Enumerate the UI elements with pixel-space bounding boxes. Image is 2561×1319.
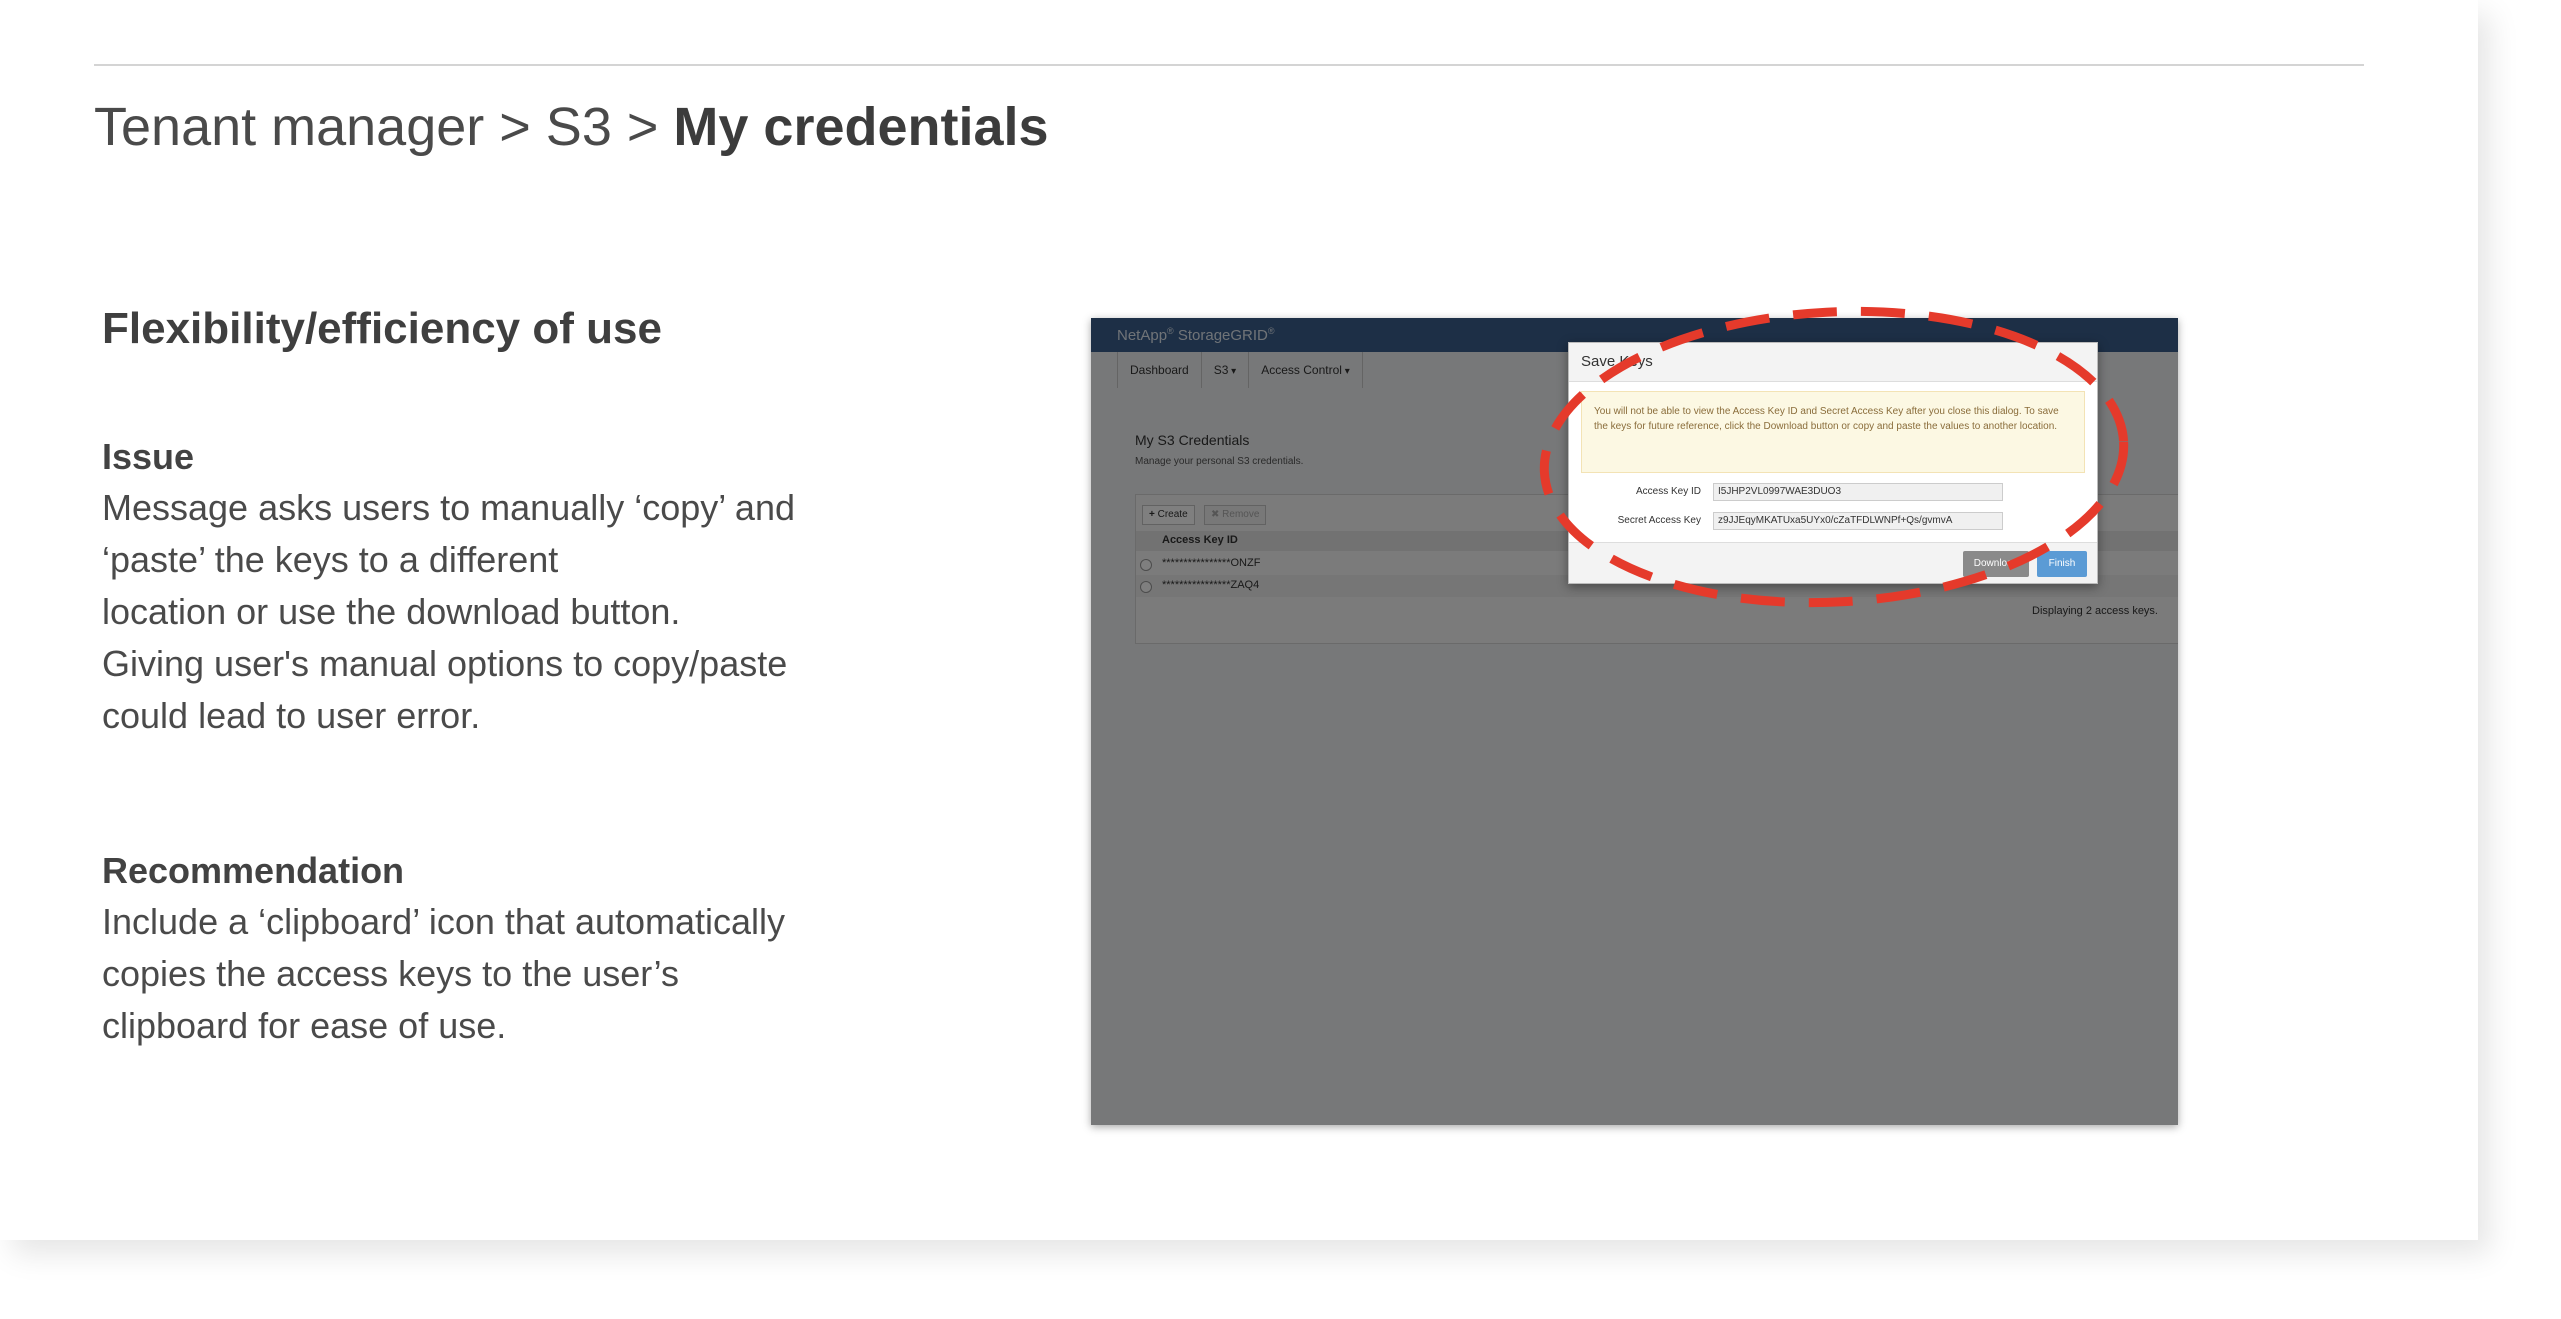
- breadcrumb-path: Tenant manager > S3 >: [94, 97, 674, 157]
- issue-line: location or use the download button.: [102, 591, 681, 632]
- issue-line: ‘paste’ the keys to a different: [102, 539, 559, 580]
- issue-line: Giving user's manual options to copy/pas…: [102, 643, 788, 684]
- issue-line: Message asks users to manually ‘copy’ an…: [102, 487, 795, 528]
- recommendation-title: Recommendation: [102, 850, 405, 891]
- recommendation-text: Include a ‘clipboard’ icon that automati…: [102, 896, 785, 1052]
- issue-text: Message asks users to manually ‘copy’ an…: [102, 482, 795, 742]
- issue-title: Issue: [102, 436, 195, 477]
- section-heading: Flexibility/efficiency of use: [102, 304, 662, 353]
- breadcrumb: Tenant manager > S3 > My credentials: [94, 96, 1049, 158]
- recommendation-line: copies the access keys to the user’s: [102, 953, 679, 994]
- slide: Tenant manager > S3 > My credentials Fle…: [0, 0, 2478, 1240]
- breadcrumb-current: My credentials: [673, 97, 1049, 157]
- recommendation-line: clipboard for ease of use.: [102, 1005, 507, 1046]
- highlight-ellipse: [1539, 306, 2129, 608]
- top-divider: [94, 64, 2364, 66]
- recommendation-line: Include a ‘clipboard’ icon that automati…: [102, 901, 786, 942]
- issue-line: could lead to user error.: [102, 695, 481, 736]
